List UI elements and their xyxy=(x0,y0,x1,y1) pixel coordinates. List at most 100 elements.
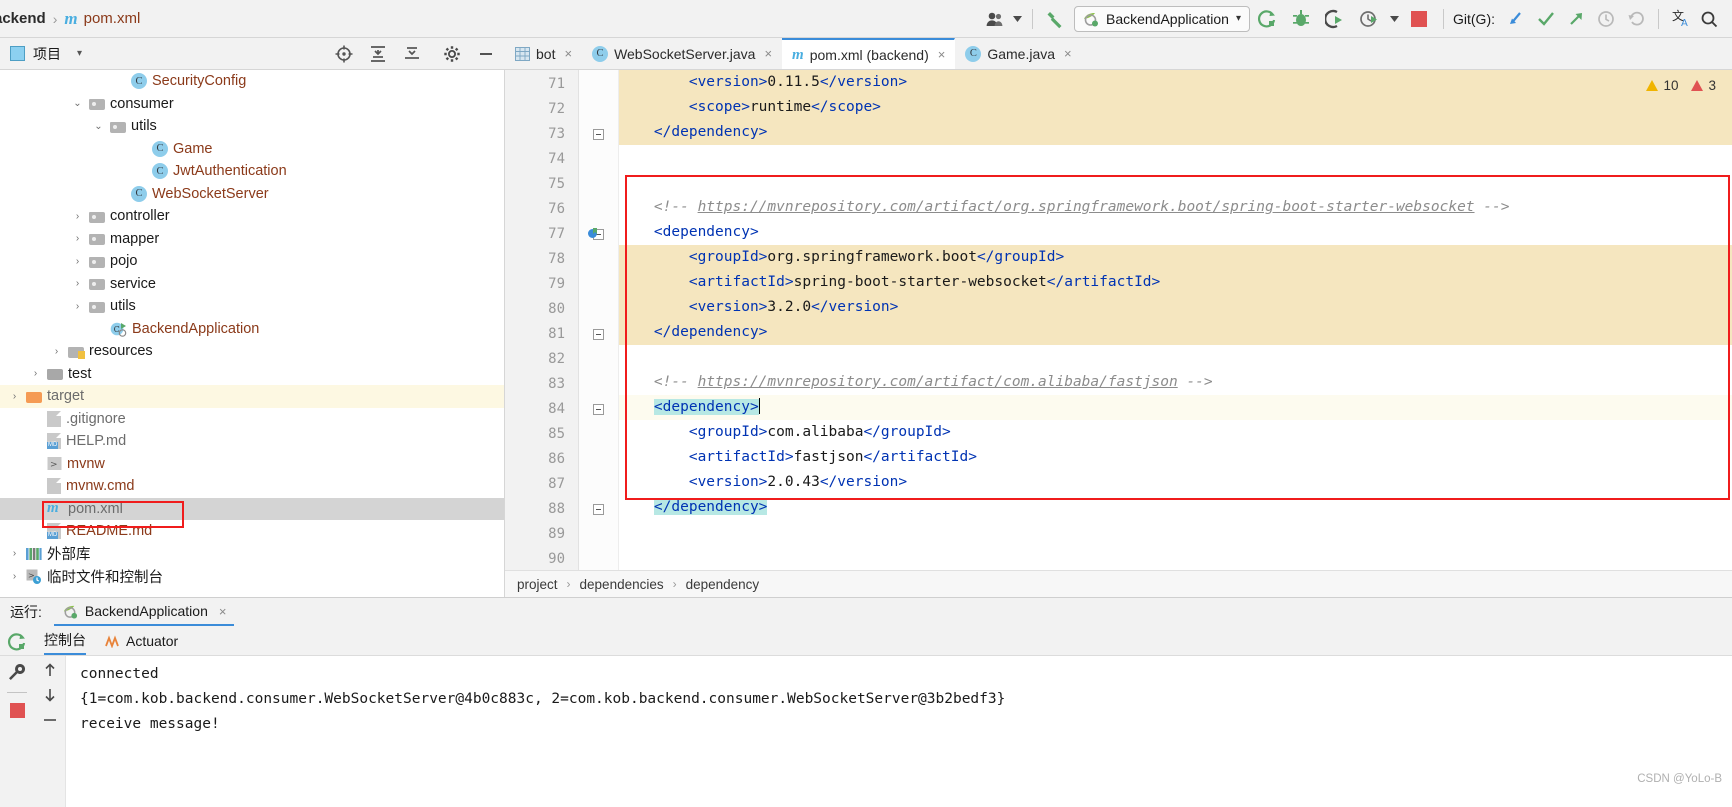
user-group-icon[interactable] xyxy=(981,4,1011,34)
code-line[interactable]: <groupId>org.springframework.boot</group… xyxy=(619,245,1732,270)
tree-item-target[interactable]: › target xyxy=(0,385,504,408)
tree-item-help-md[interactable]: MD HELP.md xyxy=(0,430,504,453)
code-line[interactable]: <artifactId>fastjson</artifactId> xyxy=(619,445,1732,470)
chevron-right-icon[interactable]: › xyxy=(29,368,42,379)
rerun-icon[interactable] xyxy=(7,632,27,652)
close-icon[interactable]: × xyxy=(1064,46,1072,61)
code-line[interactable]: <version>2.0.43</version> xyxy=(619,470,1732,495)
tree-item-jwtauthentication[interactable]: C JwtAuthentication xyxy=(0,160,504,183)
tree-item-utils[interactable]: › utils xyxy=(0,295,504,318)
select-opened-file-icon[interactable] xyxy=(331,41,357,67)
chevron-right-icon[interactable]: › xyxy=(71,211,84,222)
code-editor[interactable]: 71 72 73 74 75 76 77 78 79 80 81 82 83 84 85 86 87 88 89 90… xyxy=(505,70,1732,597)
close-icon[interactable]: × xyxy=(564,46,572,61)
editor-tab-game-java[interactable]: C Game.java × xyxy=(955,38,1081,69)
tree-item-consumer[interactable]: ⌄ consumer xyxy=(0,93,504,116)
undo-icon[interactable] xyxy=(1621,4,1651,34)
scroll-up-icon[interactable] xyxy=(42,662,58,678)
close-icon[interactable]: × xyxy=(219,604,227,619)
chevron-down-icon[interactable]: ⌄ xyxy=(71,98,84,109)
tree-item-websocketserver[interactable]: C WebSocketServer xyxy=(0,183,504,206)
push-icon[interactable] xyxy=(1561,4,1591,34)
breadcrumb-project[interactable]: ackend xyxy=(0,10,46,27)
chevron-right-icon[interactable]: › xyxy=(71,233,84,244)
fold-marker-icon[interactable] xyxy=(593,504,604,515)
hammer-icon[interactable] xyxy=(1040,4,1074,34)
chevron-right-icon[interactable]: › xyxy=(8,391,21,402)
tree-item-resources[interactable]: › resources xyxy=(0,340,504,363)
soft-wrap-icon[interactable] xyxy=(42,712,58,728)
editor-tab-websocketserver-java[interactable]: C WebSocketServer.java × xyxy=(582,38,782,69)
breadcrumb-segment-project[interactable]: project xyxy=(517,577,558,592)
comment-url-link[interactable]: https://mvnrepository.com/artifact/com.a… xyxy=(698,374,1178,390)
fold-marker-icon[interactable] xyxy=(593,129,604,140)
code-line[interactable]: <version>0.11.5</version> xyxy=(619,70,1732,95)
collapse-all-icon[interactable] xyxy=(399,41,425,67)
run-configuration-selector[interactable]: BackendApplication ▾ xyxy=(1073,5,1250,32)
breadcrumb-segment-dependency[interactable]: dependency xyxy=(686,577,760,592)
breadcrumb-segment-dependencies[interactable]: dependencies xyxy=(580,577,664,592)
comment-url-link[interactable]: https://mvnrepository.com/artifact/org.s… xyxy=(698,199,1475,215)
tree-item-utils[interactable]: ⌄ utils xyxy=(0,115,504,138)
code-line[interactable]: <!-- https://mvnrepository.com/artifact/… xyxy=(619,195,1732,220)
code-line[interactable] xyxy=(619,145,1732,170)
history-icon[interactable] xyxy=(1591,4,1621,34)
tree-item-pojo[interactable]: › pojo xyxy=(0,250,504,273)
tree-item-controller[interactable]: › controller xyxy=(0,205,504,228)
tree-item-game[interactable]: C Game xyxy=(0,138,504,161)
fold-marker-icon[interactable] xyxy=(593,404,604,415)
breadcrumb-file[interactable]: pom.xml xyxy=(84,10,141,27)
editor-tab-pom-xml-backend[interactable]: m pom.xml (backend) × xyxy=(782,38,956,69)
tree-item-backendapplication[interactable]: C BackendApplication xyxy=(0,318,504,341)
update-project-icon[interactable] xyxy=(1501,4,1531,34)
stop-icon[interactable] xyxy=(1402,4,1436,34)
chevron-right-icon[interactable]: › xyxy=(8,571,21,582)
code-line[interactable]: <!-- https://mvnrepository.com/artifact/… xyxy=(619,370,1732,395)
editor-tab-bot[interactable]: bot × xyxy=(505,38,582,69)
project-tree[interactable]: C SecurityConfig ⌄ consumer ⌄ utils C Game C JwtA… xyxy=(0,70,505,597)
tree-item-service[interactable]: › service xyxy=(0,273,504,296)
editor-code-area[interactable]: <version>0.11.5</version> <scope>runtime… xyxy=(619,70,1732,597)
close-icon[interactable]: × xyxy=(938,47,946,62)
run-subtab-console[interactable]: 控制台 xyxy=(44,626,86,655)
code-line[interactable]: <scope>runtime</scope> xyxy=(619,95,1732,120)
search-icon[interactable] xyxy=(1696,4,1722,34)
scroll-down-icon[interactable] xyxy=(42,687,58,703)
close-icon[interactable]: × xyxy=(764,46,772,61)
gear-icon[interactable] xyxy=(439,41,465,67)
chevron-right-icon[interactable]: › xyxy=(8,548,21,559)
chevron-right-icon[interactable]: › xyxy=(71,278,84,289)
tree-item-mapper[interactable]: › mapper xyxy=(0,228,504,251)
code-line[interactable] xyxy=(619,520,1732,545)
run-with-coverage-icon[interactable] xyxy=(1318,4,1352,34)
code-line[interactable]: <artifactId>spring-boot-starter-websocke… xyxy=(619,270,1732,295)
chevron-down-icon[interactable]: ▾ xyxy=(77,48,82,59)
code-line[interactable] xyxy=(619,170,1732,195)
debug-icon[interactable] xyxy=(1284,4,1318,34)
fold-marker-icon[interactable] xyxy=(593,329,604,340)
code-line[interactable]: </dependency> xyxy=(619,120,1732,145)
commit-icon[interactable] xyxy=(1531,4,1561,34)
user-caret-icon[interactable] xyxy=(1011,4,1025,34)
expand-all-icon[interactable] xyxy=(365,41,391,67)
profiler-icon[interactable] xyxy=(1352,4,1386,34)
bookmark-icon[interactable] xyxy=(587,227,600,240)
tree-item-pom-xml[interactable]: m pom.xml xyxy=(0,497,504,520)
code-line[interactable] xyxy=(619,345,1732,370)
tree-item-readme-md[interactable]: MD README.md xyxy=(0,520,504,543)
chevron-down-icon[interactable]: ⌄ xyxy=(92,121,105,132)
profiler-caret-icon[interactable] xyxy=(1386,4,1402,34)
code-line[interactable]: <dependency> xyxy=(619,395,1732,420)
translate-icon[interactable]: 文 A xyxy=(1666,4,1696,34)
tree-item-securityconfig[interactable]: C SecurityConfig xyxy=(0,70,504,93)
tree-item-gitignore[interactable]: .gitignore xyxy=(0,408,504,431)
tree-item-mvnw[interactable]: > mvnw xyxy=(0,453,504,476)
code-line[interactable]: </dependency> xyxy=(619,495,1732,520)
chevron-right-icon[interactable]: › xyxy=(50,346,63,357)
tree-item-test[interactable]: › test xyxy=(0,363,504,386)
chevron-right-icon[interactable]: › xyxy=(71,301,84,312)
run-tab-backend-application[interactable]: BackendApplication × xyxy=(53,599,235,626)
inspection-status-badge[interactable]: 10 3 xyxy=(1646,78,1716,93)
code-line[interactable]: <version>3.2.0</version> xyxy=(619,295,1732,320)
code-line[interactable]: </dependency> xyxy=(619,320,1732,345)
